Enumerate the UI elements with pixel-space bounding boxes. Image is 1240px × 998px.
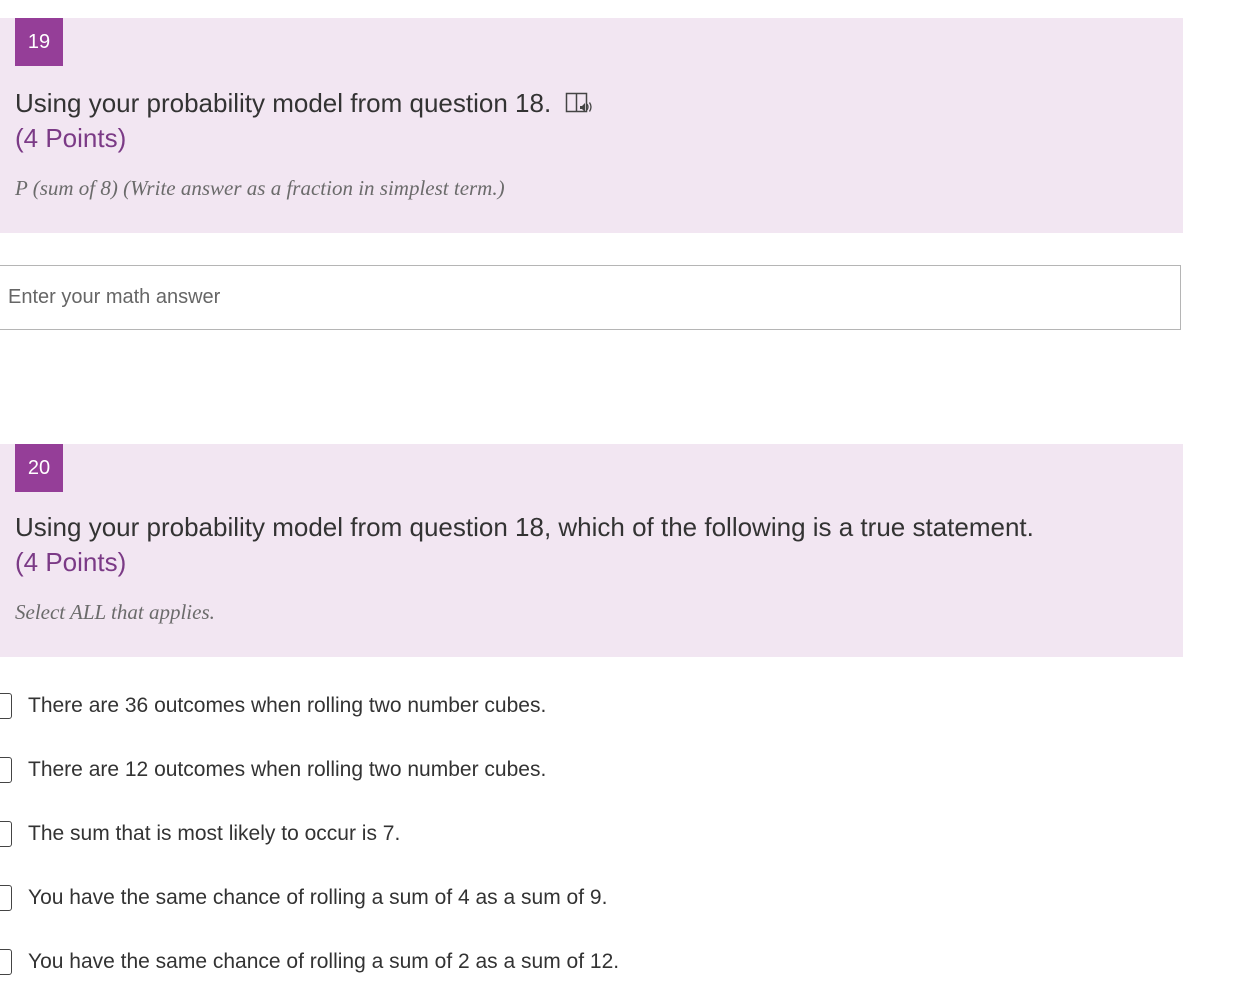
checkbox[interactable] <box>0 949 12 975</box>
form-page: 19 Using your probability model from que… <box>0 0 1240 998</box>
question-points: (4 Points) <box>15 123 127 153</box>
checkbox[interactable] <box>0 757 12 783</box>
option-label: You have the same chance of rolling a su… <box>28 950 620 973</box>
option-label: There are 36 outcomes when rolling two n… <box>28 694 547 717</box>
question-subtitle: P (sum of 8) (Write answer as a fraction… <box>15 176 505 200</box>
question-title: Using your probability model from questi… <box>15 87 595 119</box>
question-number-badge: 19 <box>15 18 63 66</box>
question-subtitle: Select ALL that applies. <box>15 600 215 624</box>
question-number-badge: 20 <box>15 444 63 492</box>
option-label: You have the same chance of rolling a su… <box>28 886 608 909</box>
checkbox[interactable] <box>0 885 12 911</box>
math-answer-input[interactable] <box>0 265 1181 330</box>
question-title-text: Using your probability model from questi… <box>15 88 552 118</box>
question-title: Using your probability model from questi… <box>15 512 1034 542</box>
question-20-header: 20 Using your probability model from que… <box>0 444 1183 657</box>
checkbox[interactable] <box>0 821 12 847</box>
question-points: (4 Points) <box>15 547 127 577</box>
option-label: The sum that is most likely to occur is … <box>28 822 401 845</box>
question-19-header: 19 Using your probability model from que… <box>0 18 1183 233</box>
checkbox[interactable] <box>0 693 12 719</box>
immersive-reader-icon[interactable] <box>565 91 595 115</box>
option-label: There are 12 outcomes when rolling two n… <box>28 758 547 781</box>
